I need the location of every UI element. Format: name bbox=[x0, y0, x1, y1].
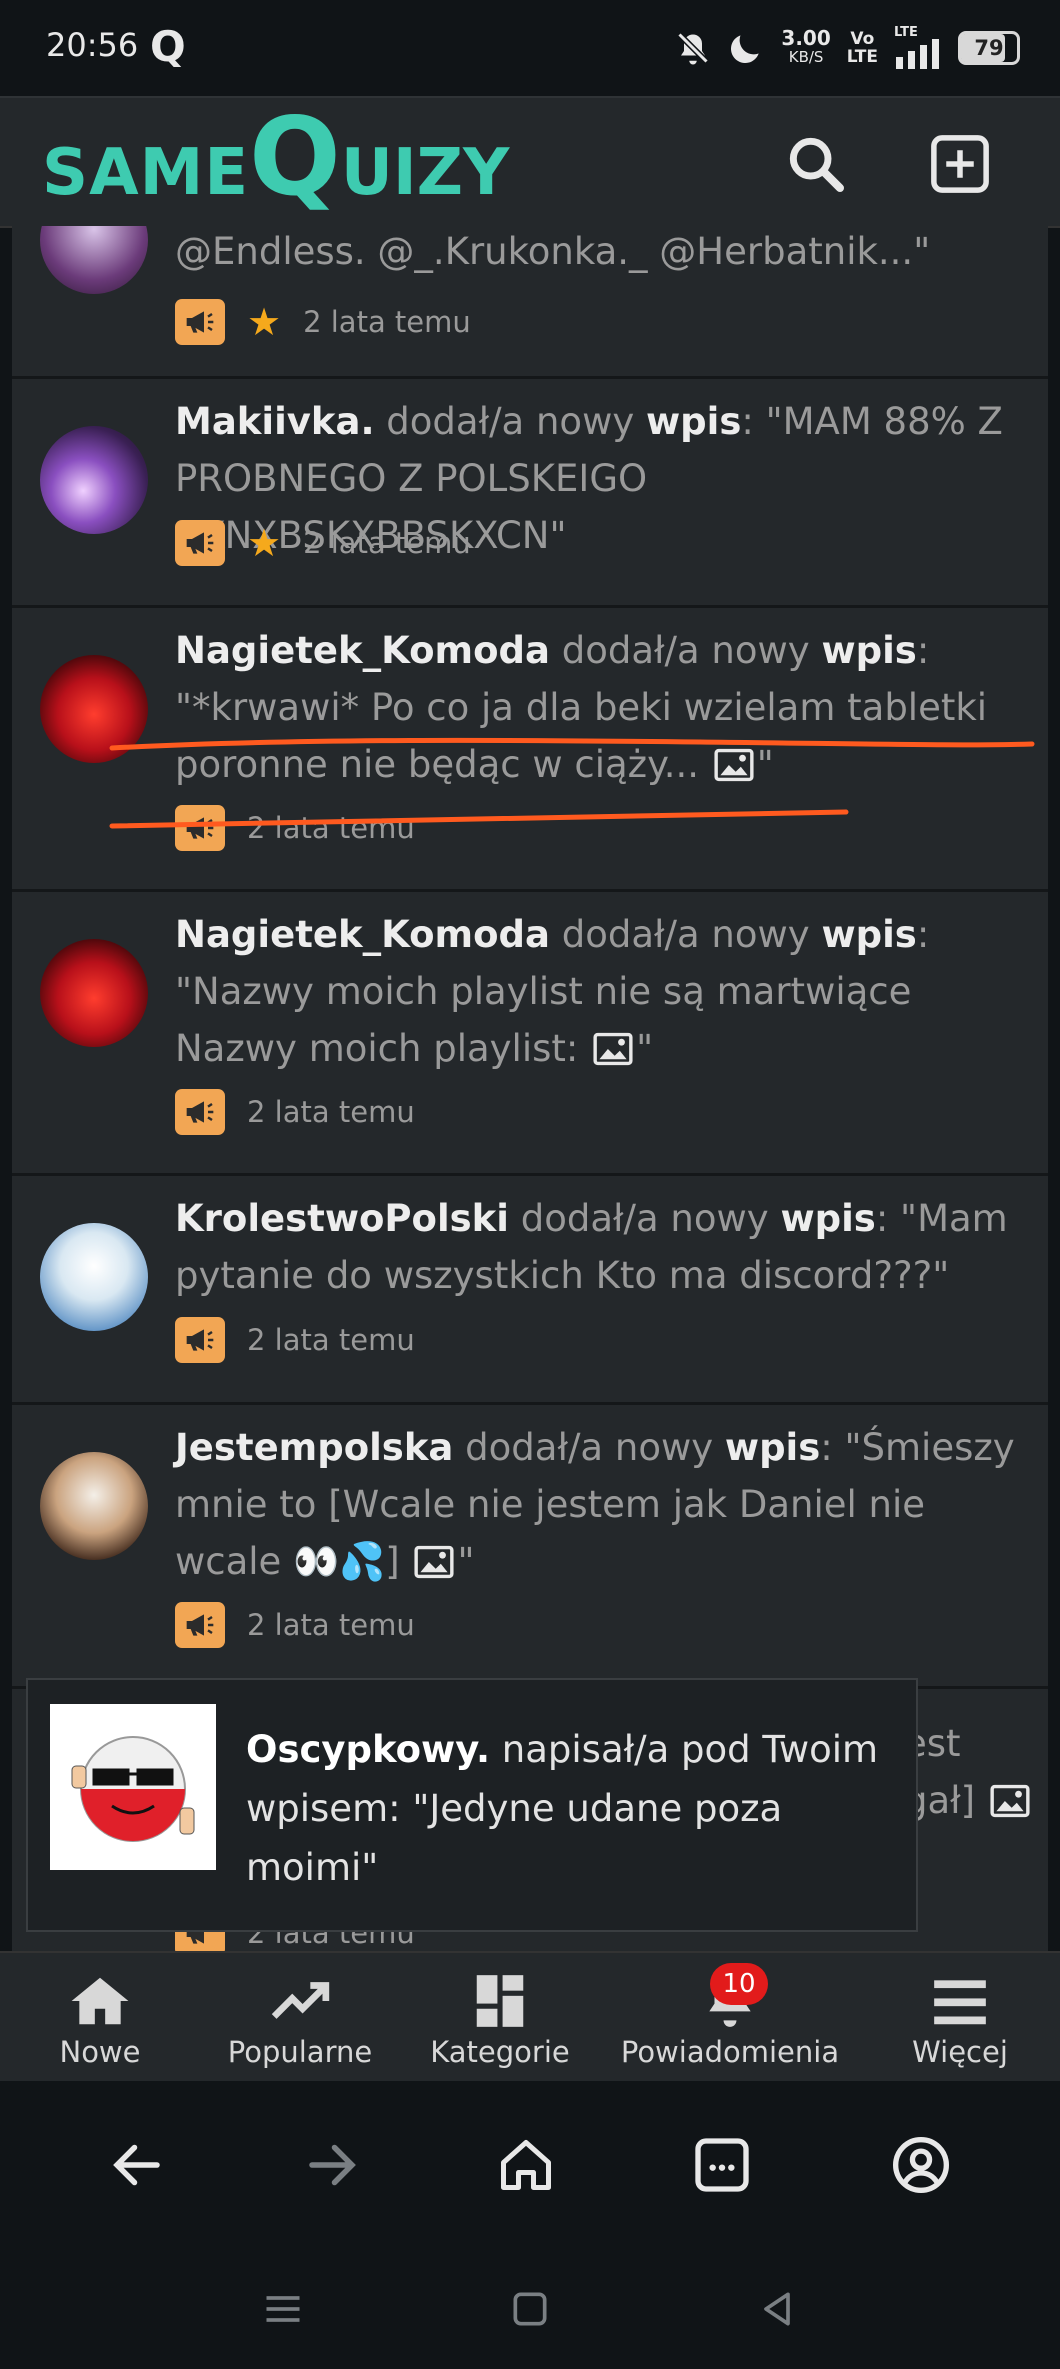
star-icon: ★ bbox=[247, 521, 282, 565]
feed-item[interactable]: @Endless. @_.Krukonka._ @Herbatnik..." ★… bbox=[12, 226, 1048, 379]
samequizy-logo[interactable]: SAME Q UIZY bbox=[42, 104, 509, 212]
nav-categories[interactable]: Kategorie bbox=[400, 1953, 600, 2081]
mute-icon bbox=[677, 31, 710, 64]
feed-item-meta: ★ 2 lata temu bbox=[175, 519, 471, 567]
image-icon bbox=[990, 1784, 1030, 1818]
network-speed: 3.00 KB/S bbox=[781, 25, 831, 66]
system-back-icon[interactable] bbox=[755, 2287, 799, 2331]
feed-item-meta: 2 lata temu bbox=[175, 1316, 415, 1364]
timestamp: 2 lata temu bbox=[247, 1095, 415, 1129]
battery-indicator: 79 bbox=[958, 30, 1020, 65]
toast-avatar bbox=[50, 1704, 216, 1870]
nav-popular[interactable]: Popularne bbox=[200, 1953, 400, 2081]
feed-item-text[interactable]: est gał] bbox=[904, 1715, 1034, 1829]
image-icon bbox=[593, 1032, 633, 1066]
feed-item-meta: ★ 2 lata temu bbox=[175, 298, 471, 346]
grid-icon bbox=[476, 1975, 524, 2027]
signal-icon bbox=[896, 39, 939, 69]
notification-toast[interactable]: Oscypkowy. napisał/a pod Twoim wpisem: "… bbox=[26, 1678, 918, 1932]
megaphone-icon bbox=[175, 1089, 225, 1135]
user-avatar[interactable] bbox=[40, 1223, 148, 1331]
moon-icon bbox=[731, 34, 760, 63]
menu-icon bbox=[934, 1980, 986, 2025]
home-icon bbox=[71, 1977, 129, 2025]
plus-square-icon bbox=[931, 135, 989, 193]
image-icon bbox=[414, 1545, 454, 1579]
feed-item[interactable]: Jestempolska dodał/a nowy wpis: "Śmieszy… bbox=[12, 1405, 1048, 1689]
feed-item-text[interactable]: Nagietek_Komoda dodał/a nowy wpis: "Nazw… bbox=[175, 906, 1034, 1077]
timestamp: 2 lata temu bbox=[303, 305, 471, 339]
clock: 20:56 bbox=[46, 26, 139, 64]
megaphone-icon bbox=[175, 299, 225, 345]
feed-item-meta: 2 lata temu bbox=[175, 1088, 415, 1136]
toast-message: Oscypkowy. napisał/a pod Twoim wpisem: "… bbox=[246, 1728, 879, 1889]
app-notification-icon: Q bbox=[150, 22, 186, 71]
nav-more[interactable]: Więcej bbox=[860, 1953, 1060, 2081]
nav-new[interactable]: Nowe bbox=[0, 1953, 200, 2081]
user-avatar[interactable] bbox=[40, 426, 148, 534]
browser-toolbar bbox=[0, 2081, 1060, 2249]
feed-item[interactable]: Nagietek_Komoda dodał/a nowy wpis: "Nazw… bbox=[12, 892, 1048, 1176]
volte-indicator: Vo LTE bbox=[846, 28, 878, 67]
megaphone-icon bbox=[175, 1602, 225, 1648]
system-home-icon[interactable] bbox=[508, 2287, 552, 2331]
feed-item-meta: 2 lata temu bbox=[175, 804, 415, 852]
feed-item-text[interactable]: @Endless. @_.Krukonka._ @Herbatnik..." bbox=[175, 226, 1034, 280]
notification-badge: 10 bbox=[710, 1963, 768, 2005]
timestamp: 2 lata temu bbox=[247, 1323, 415, 1357]
feed-item-text[interactable]: Nagietek_Komoda dodał/a nowy wpis: "*krw… bbox=[175, 622, 1034, 793]
search-icon bbox=[789, 137, 844, 192]
megaphone-icon bbox=[175, 805, 225, 851]
user-avatar[interactable] bbox=[40, 939, 148, 1047]
account-icon[interactable] bbox=[889, 2133, 953, 2197]
signal-indicator: LTE bbox=[894, 26, 942, 69]
feed-item[interactable]: Makiivka. dodał/a nowy wpis: "MAM 88% Z … bbox=[12, 379, 1048, 608]
status-bar: 20:56 Q 3.00 KB/S Vo LTE LTE 79 bbox=[0, 0, 1060, 96]
system-navigation bbox=[0, 2249, 1060, 2369]
image-icon bbox=[714, 748, 754, 782]
emoji: 👀💦 bbox=[293, 1540, 386, 1583]
search-button[interactable] bbox=[780, 128, 852, 200]
tabs-icon[interactable] bbox=[690, 2133, 754, 2197]
user-avatar[interactable] bbox=[40, 226, 148, 294]
timestamp: 2 lata temu bbox=[247, 811, 415, 845]
browser-home-icon[interactable] bbox=[496, 2135, 556, 2195]
timestamp: 2 lata temu bbox=[303, 526, 471, 560]
add-quiz-button[interactable] bbox=[924, 128, 996, 200]
timestamp: 2 lata temu bbox=[247, 1608, 415, 1642]
user-avatar[interactable] bbox=[40, 655, 148, 763]
feed-item[interactable]: Nagietek_Komoda dodał/a nowy wpis: "*krw… bbox=[12, 608, 1048, 892]
bottom-navigation: Nowe Popularne Kategorie 10 Powiadomieni… bbox=[0, 1951, 1060, 2081]
megaphone-icon bbox=[175, 1317, 225, 1363]
nav-notifications[interactable]: 10 Powiadomienia bbox=[600, 1953, 860, 2081]
megaphone-icon bbox=[175, 520, 225, 566]
feed-item-meta: 2 lata temu bbox=[175, 1601, 415, 1649]
back-arrow-icon[interactable] bbox=[107, 2135, 167, 2195]
user-avatar[interactable] bbox=[40, 1452, 148, 1560]
feed-item-text[interactable]: KrolestwoPolski dodał/a nowy wpis: "Mam … bbox=[175, 1190, 1034, 1304]
feed-item-text[interactable]: Jestempolska dodał/a nowy wpis: "Śmieszy… bbox=[175, 1419, 1034, 1590]
trending-icon bbox=[271, 1982, 330, 2019]
forward-arrow-icon[interactable] bbox=[302, 2135, 362, 2195]
app-header: SAME Q UIZY bbox=[0, 96, 1060, 228]
feed-item[interactable]: KrolestwoPolski dodał/a nowy wpis: "Mam … bbox=[12, 1176, 1048, 1405]
recents-icon[interactable] bbox=[261, 2287, 305, 2331]
star-icon: ★ bbox=[247, 300, 282, 344]
